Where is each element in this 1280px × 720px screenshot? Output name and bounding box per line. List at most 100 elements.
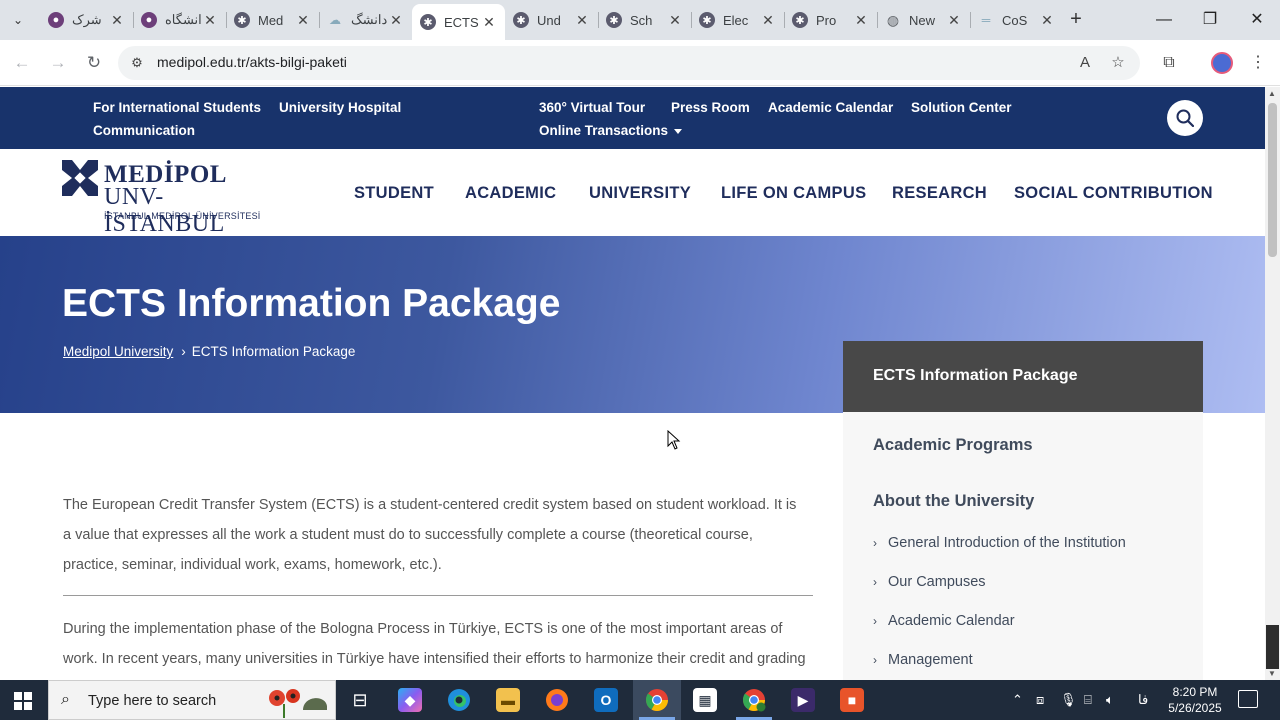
sidebar-item-our-campuses[interactable]: › Our Campuses [873, 574, 986, 590]
windows-start-icon[interactable] [14, 692, 32, 710]
nav-academic[interactable]: ACADEMIC [465, 184, 556, 203]
task-view-icon[interactable]: ⊟ [348, 688, 372, 712]
input-language[interactable]: فا [1138, 692, 1148, 708]
link-press-room[interactable]: Press Room [671, 100, 750, 115]
reload-icon[interactable]: ↻ [82, 51, 106, 75]
scroll-down-arrow-icon[interactable]: ▼ [1268, 669, 1276, 678]
translate-icon[interactable]: A [1075, 53, 1095, 73]
online-transactions-dropdown[interactable]: Online Transactions [539, 123, 683, 138]
close-icon[interactable]: ✕ [295, 12, 311, 29]
browser-tab[interactable]: ☁ دانشگ ✕ [319, 4, 412, 36]
minimize-icon[interactable]: — [1152, 8, 1176, 32]
chrome-icon[interactable] [645, 688, 669, 712]
sidebar-item-general-introduction[interactable]: › General Introduction of the Institution [873, 535, 1126, 551]
sidebar-item-label: Academic Calendar [888, 613, 1015, 629]
browser-tab[interactable]: ═ CoS ✕ [970, 4, 1063, 36]
meet-now-icon[interactable]: ⧈ [1036, 692, 1044, 708]
close-icon[interactable]: ✕ [481, 14, 497, 31]
firefox-icon[interactable] [545, 688, 569, 712]
new-tab-plus-icon[interactable]: + [1064, 8, 1088, 32]
link-academic-calendar[interactable]: Academic Calendar [768, 100, 893, 115]
microsoft-store-icon[interactable]: ▦ [693, 688, 717, 712]
sidebar-header[interactable]: ECTS Information Package [843, 341, 1203, 412]
network-icon[interactable]: ⌸ [1084, 692, 1092, 708]
sidebar-section-about-university[interactable]: About the University [873, 492, 1034, 511]
nav-student[interactable]: STUDENT [354, 184, 434, 203]
close-icon[interactable]: ✕ [946, 12, 962, 29]
browser-toolbar: ← → ↻ ⚙ medipol.edu.tr/akts-bilgi-paketi… [0, 40, 1280, 86]
browser-tab[interactable]: ● شرک ✕ [40, 4, 133, 36]
taskbar-search-box[interactable]: ⌕ Type here to search [48, 680, 336, 720]
taskbar-clock[interactable]: 8:20 PM 5/26/2025 [1160, 684, 1230, 716]
address-bar[interactable]: ⚙ medipol.edu.tr/akts-bilgi-paketi A ☆ [118, 46, 1140, 80]
bookmark-star-icon[interactable]: ☆ [1108, 53, 1128, 73]
close-icon[interactable]: ✕ [574, 12, 590, 29]
notification-center-icon[interactable] [1238, 690, 1258, 708]
volume-icon[interactable]: 🔈︎ [1106, 692, 1114, 708]
site-search-button[interactable] [1167, 100, 1203, 136]
content-paragraph-2: During the implementation phase of the B… [63, 621, 806, 667]
sidebar-section-academic-programs[interactable]: Academic Programs [873, 436, 1033, 455]
url-text[interactable]: medipol.edu.tr/akts-bilgi-paketi [157, 54, 347, 70]
scroll-up-arrow-icon[interactable]: ▲ [1268, 89, 1276, 98]
browser-tab[interactable]: ✱ Elec ✕ [691, 4, 784, 36]
link-university-hospital[interactable]: University Hospital [279, 100, 401, 115]
close-icon[interactable]: ✕ [853, 12, 869, 29]
browser-tab[interactable]: ✱ Pro ✕ [784, 4, 877, 36]
browser-tab[interactable]: ✱ Und ✕ [505, 4, 598, 36]
window-close-icon[interactable]: ✕ [1245, 8, 1269, 32]
browser-tab[interactable]: ◍ New ✕ [877, 4, 970, 36]
medipol-logo[interactable]: MEDİPOL UNV-İSTANBUL İSTANBUL MEDİPOL ÜN… [62, 160, 262, 237]
sidebar-item-academic-calendar[interactable]: › Academic Calendar [873, 613, 1015, 629]
edge-browser-icon[interactable] [447, 688, 471, 712]
screen-recorder-icon[interactable]: ■ [840, 688, 864, 712]
nav-research[interactable]: RESEARCH [892, 184, 987, 203]
nav-university[interactable]: UNIVERSITY [589, 184, 691, 203]
profile-avatar[interactable] [1211, 52, 1233, 74]
browser-tab[interactable]: ● دانشگاه ✕ [133, 4, 226, 36]
outlook-icon[interactable]: O [594, 688, 618, 712]
chevron-right-icon: › [873, 575, 877, 589]
close-icon[interactable]: ✕ [760, 12, 776, 29]
site-info-icon[interactable]: ⚙ [128, 54, 146, 72]
close-icon[interactable]: ✕ [109, 12, 125, 29]
microphone-icon[interactable]: 🎙︎ [1060, 692, 1077, 708]
link-solution-center[interactable]: Solution Center [911, 100, 1012, 115]
search-icon: ⌕ [61, 691, 70, 708]
chrome-profile-icon[interactable] [742, 688, 766, 712]
video-editor-icon[interactable]: ▶ [791, 688, 815, 712]
scrollbar-overlay-thumb[interactable] [1266, 625, 1279, 669]
browser-tab[interactable]: ✱ Med ✕ [226, 4, 319, 36]
tab-title: Pro [816, 12, 837, 28]
tab-title: دانشگ [351, 12, 388, 27]
tray-chevron-up-icon[interactable]: ⌃ [1012, 692, 1023, 708]
back-arrow-icon[interactable]: ← [10, 51, 34, 75]
sidebar-item-management[interactable]: › Management [873, 652, 973, 668]
close-icon[interactable]: ✕ [202, 12, 218, 29]
breadcrumb-home-link[interactable]: Medipol University [63, 344, 173, 359]
close-icon[interactable]: ✕ [388, 12, 404, 29]
browser-tab-strip: ⌄ ● شرک ✕ ● دانشگاه ✕ ✱ Med ✕ ☁ دانشگ ✕ … [0, 0, 1280, 40]
link-virtual-tour[interactable]: 360° Virtual Tour [539, 100, 645, 115]
extensions-puzzle-icon[interactable]: ⧉ [1157, 51, 1181, 75]
close-icon[interactable]: ✕ [1039, 12, 1055, 29]
tab-search-chevron-icon[interactable]: ⌄ [6, 8, 30, 32]
browser-tab[interactable]: ✱ Sch ✕ [598, 4, 691, 36]
file-explorer-icon[interactable]: ▬ [496, 688, 520, 712]
kebab-menu-icon[interactable]: ⋮ [1246, 51, 1270, 75]
copilot-icon[interactable]: ◆ [398, 688, 422, 712]
browser-tab-active[interactable]: ✱ ECTS ✕ [412, 4, 505, 40]
restore-icon[interactable]: ❐ [1198, 8, 1222, 32]
nav-social-contribution[interactable]: SOCIAL CONTRIBUTION [1014, 184, 1213, 203]
page-title: ECTS Information Package [62, 282, 561, 325]
link-communication[interactable]: Communication [93, 123, 195, 138]
medipol-purple-icon: ● [48, 12, 64, 28]
link-international-students[interactable]: For International Students [93, 100, 261, 115]
close-icon[interactable]: ✕ [667, 12, 683, 29]
nav-life-on-campus[interactable]: LIFE ON CAMPUS [721, 184, 866, 203]
breadcrumb: Medipol University › ECTS Information Pack… [63, 344, 355, 359]
scrollbar-thumb[interactable] [1268, 103, 1277, 257]
forward-arrow-icon[interactable]: → [46, 51, 70, 75]
page-scrollbar[interactable]: ▲ ▼ [1265, 87, 1280, 680]
medipol-icon: ✱ [420, 14, 436, 30]
